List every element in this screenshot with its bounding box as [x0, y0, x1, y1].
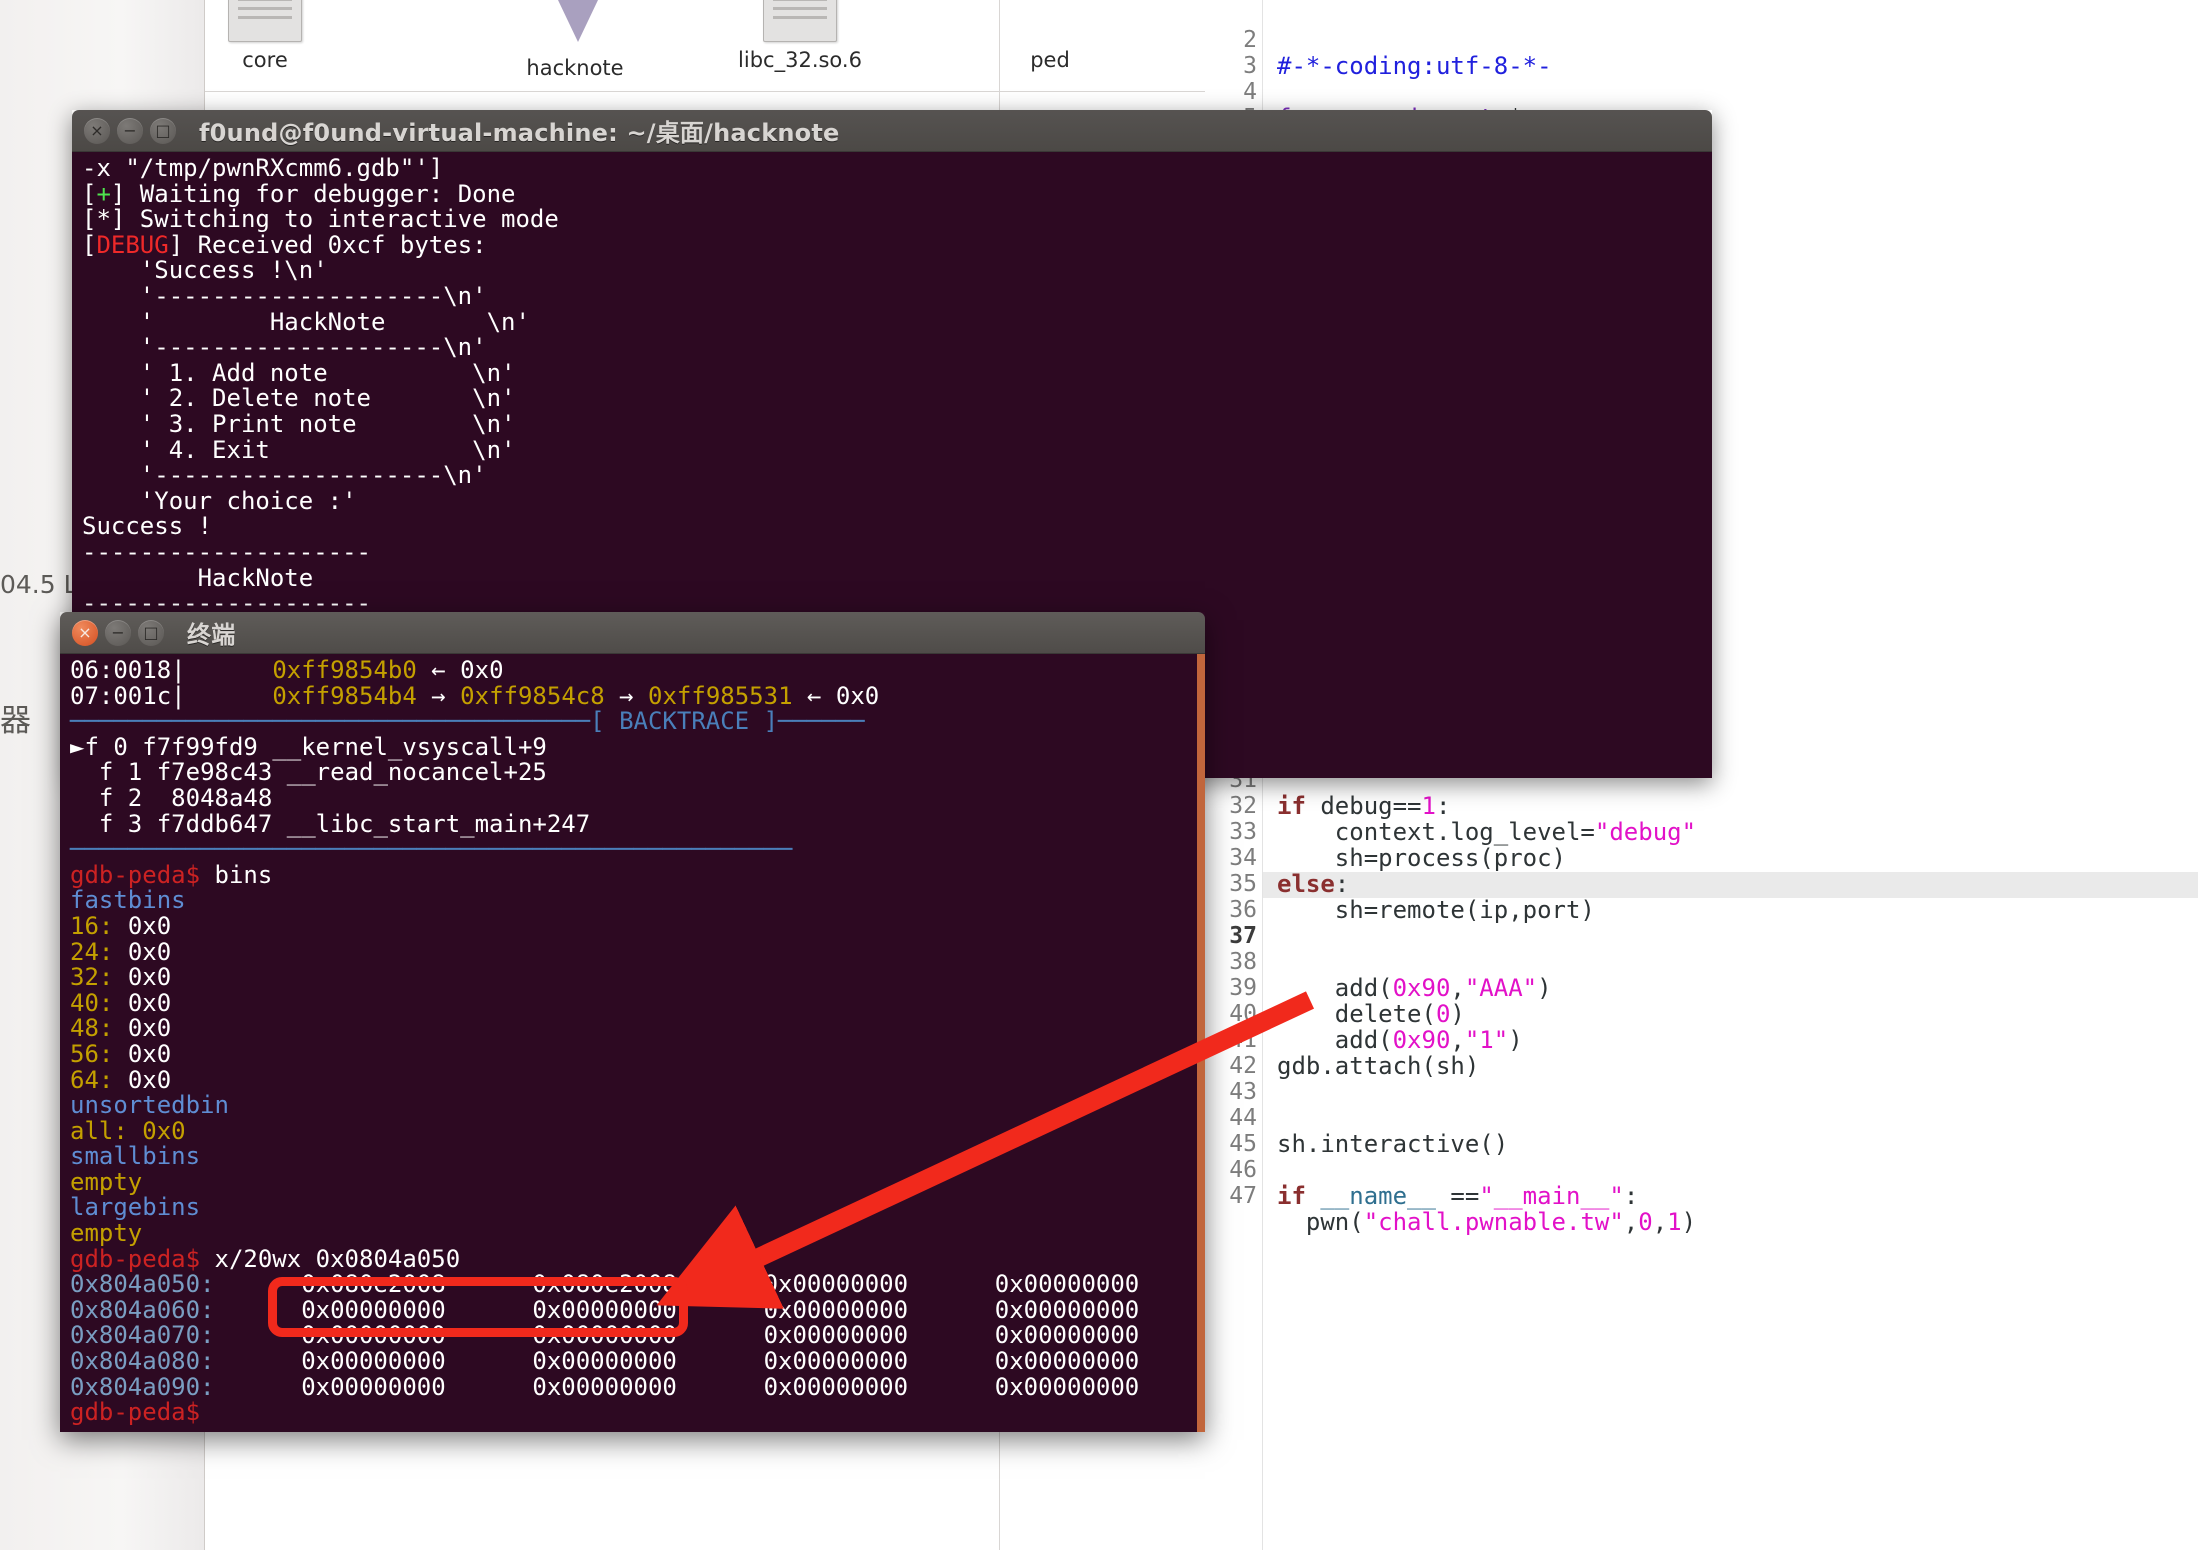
output-line: '--------------------\n': [82, 333, 487, 362]
line-text: if __name__ =="__main__":: [1277, 1181, 1639, 1210]
output-line: ' 1. Add note \n': [82, 358, 516, 387]
backtrace-row: ►f 0 f7f99fd9 __kernel_vsyscall+9: [70, 732, 547, 761]
file-item-libc[interactable]: libc_32.so.6: [710, 0, 890, 72]
section-separator: ────────────────────────────────────────…: [70, 835, 793, 864]
file-label: ped: [1030, 48, 1070, 72]
code-line[interactable]: 40 add(0x90,"1"): [1205, 976, 2198, 1052]
code-line[interactable]: 4 from pwn import *: [1205, 54, 2198, 130]
bin-row: 48: 0x0: [70, 1014, 172, 1043]
code-line[interactable]: 2 #-*-coding:utf-8-*-: [1205, 2, 2198, 78]
output-line: ' 2. Delete note \n': [82, 384, 516, 413]
command-row: gdb-peda$ x/20wx 0x0804a050: [70, 1244, 461, 1273]
code-line[interactable]: 42: [1205, 1028, 2198, 1079]
output-line: HackNote: [82, 563, 314, 592]
terminal-main-title: f0und@f0und-virtual-machine: ~/桌面/hackno…: [199, 119, 840, 147]
line-text: pwn("chall.pwnable.tw",0,1): [1305, 1207, 1697, 1236]
terminal-gdb-output[interactable]: 06:0018| 0xff9854b0 ← 0x0 07:001c| 0xff9…: [60, 654, 1205, 1432]
line-number: 47: [1229, 1182, 1257, 1209]
bin-row: 24: 0x0: [70, 937, 172, 966]
code-line[interactable]: 36: [1205, 872, 2198, 923]
backtrace-separator: ────────────────────────────────────[ [ …: [70, 707, 865, 736]
document-icon: [763, 0, 837, 42]
bin-row: 56: 0x0: [70, 1039, 172, 1068]
terminal-gdb-titlebar[interactable]: × − □ 终端: [60, 612, 1205, 654]
memory-row: 0x804a060: 0x00000000 0x00000000 0x00000…: [70, 1295, 1140, 1324]
output-line: ' 3. Print note \n': [82, 409, 516, 438]
terminal-gdb-window[interactable]: × − □ 终端 06:0018| 0xff9854b0 ← 0x0 07:00…: [60, 612, 1205, 1432]
output-line: [+] Waiting for debugger: Done: [82, 179, 516, 208]
output-line: Success !: [82, 512, 213, 541]
close-icon[interactable]: ×: [84, 117, 110, 144]
bins-header: unsortedbin: [70, 1091, 229, 1120]
close-icon[interactable]: ×: [72, 619, 98, 646]
file-item-core[interactable]: core: [175, 0, 355, 72]
code-line[interactable]: 41 gdb.attach(sh): [1205, 1002, 2198, 1078]
backtrace-row: f 1 f7e98c43 __read_nocancel+25: [98, 758, 547, 787]
bins-header: fastbins: [70, 886, 186, 915]
output-line: ' HackNote \n': [82, 307, 530, 336]
memory-row: 0x804a080: 0x00000000 0x00000000 0x00000…: [70, 1347, 1140, 1376]
output-line: [DEBUG] Received 0xcf bytes:: [82, 230, 487, 259]
bins-header: smallbins: [70, 1142, 201, 1171]
document-icon: [228, 0, 302, 42]
screen: 04.5 LT 器 core hacknote libc_32.so.6 ped: [0, 0, 2198, 1550]
code-line-current[interactable]: 37: [1205, 898, 2198, 949]
backtrace-row: f 2 8048a48: [98, 783, 273, 812]
output-line: 'Success !\n': [82, 256, 328, 285]
code-line[interactable]: 33 sh=process(proc): [1205, 794, 2198, 870]
code-line[interactable]: 5: [1205, 80, 2198, 131]
maximize-icon[interactable]: □: [138, 619, 164, 646]
output-line: ' 4. Exit \n': [82, 435, 516, 464]
stack-row: 06:0018| 0xff9854b0 ← 0x0: [70, 656, 504, 684]
gdb-prompt: gdb-peda$: [70, 1398, 201, 1427]
file-label: libc_32.so.6: [738, 48, 862, 72]
code-line[interactable]: 45: [1205, 1106, 2198, 1157]
code-line[interactable]: 35 sh=remote(ip,port): [1205, 846, 2198, 922]
file-label: core: [242, 48, 288, 72]
output-line: '--------------------\n': [82, 461, 487, 490]
bin-row: 64: 0x0: [70, 1065, 172, 1094]
output-line: -x "/tmp/pwnRXcmm6.gdb"']: [82, 154, 444, 182]
code-line[interactable]: 46 if __name__ =="__main__":: [1205, 1132, 2198, 1208]
code-line[interactable]: 47 pwn("chall.pwnable.tw",0,1): [1205, 1158, 2198, 1234]
code-line[interactable]: 34 else:: [1205, 820, 2198, 896]
terminal-main-titlebar[interactable]: × − □ f0und@f0und-virtual-machine: ~/桌面/…: [72, 110, 1712, 152]
backtrace-row: f 3 f7ddb647 __libc_start_main+247: [98, 809, 591, 838]
file-label: hacknote: [526, 56, 624, 80]
executable-icon: [538, 0, 618, 50]
output-line: [*] Switching to interactive mode: [82, 205, 559, 234]
file-item-peda[interactable]: ped: [960, 0, 1140, 72]
bin-row: 16: 0x0: [70, 911, 172, 940]
file-manager-divider: [205, 91, 1205, 92]
file-icon-row: core hacknote libc_32.so.6 ped: [205, 0, 1205, 90]
command-row: gdb-peda$ bins: [70, 860, 273, 889]
code-line[interactable]: 44 sh.interactive(): [1205, 1080, 2198, 1156]
left-cjk-text: 器: [0, 703, 31, 739]
maximize-icon[interactable]: □: [150, 117, 176, 144]
output-line: '--------------------\n': [82, 281, 487, 310]
code-line[interactable]: 3: [1205, 28, 2198, 79]
terminal-gdb-title: 终端: [187, 621, 236, 649]
memory-row: 0x804a050: 0x080e2008 0x080e2008 0x00000…: [70, 1270, 1140, 1299]
minimize-icon[interactable]: −: [117, 117, 143, 144]
minimize-icon[interactable]: −: [105, 619, 131, 646]
output-line: --------------------: [82, 537, 371, 566]
bin-row: 32: 0x0: [70, 963, 172, 992]
file-item-hacknote[interactable]: hacknote: [485, 0, 665, 80]
code-line[interactable]: 43: [1205, 1054, 2198, 1105]
bin-row: empty: [70, 1219, 143, 1248]
memory-row: 0x804a070: 0x00000000 0x00000000 0x00000…: [70, 1321, 1140, 1350]
bin-row: 40: 0x0: [70, 988, 172, 1017]
code-line[interactable]: 39 delete(0): [1205, 950, 2198, 1026]
bins-header: largebins: [70, 1193, 201, 1222]
output-line: 'Your choice :': [82, 486, 357, 515]
bin-row: all: 0x0: [70, 1116, 186, 1145]
stack-row: 07:001c| 0xff9854b4 → 0xff9854c8 → 0xff9…: [70, 681, 880, 710]
bin-row: empty: [70, 1167, 143, 1196]
memory-row: 0x804a090: 0x00000000 0x00000000 0x00000…: [70, 1372, 1140, 1401]
code-line[interactable]: 38 add(0x90,"AAA"): [1205, 924, 2198, 1000]
